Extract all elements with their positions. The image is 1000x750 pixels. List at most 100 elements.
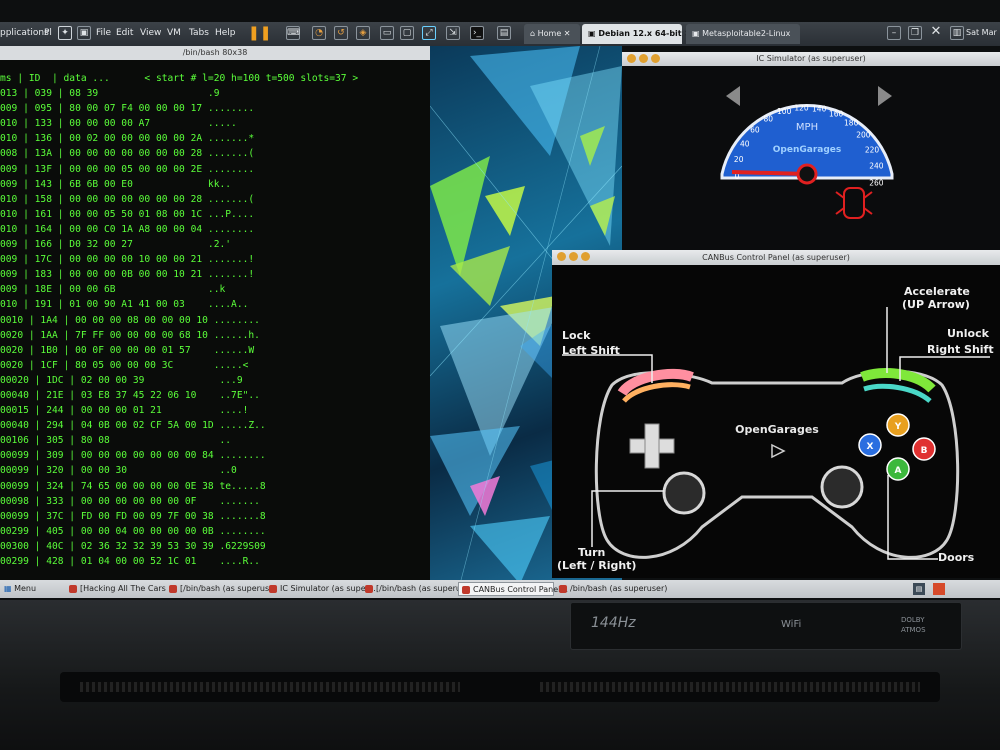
- applications-menu[interactable]: pplications: [0, 28, 49, 38]
- tab-home-label: Home: [537, 29, 562, 38]
- menu-edit[interactable]: Edit: [116, 28, 133, 38]
- tab-metasploitable[interactable]: ▣ Metasploitable2-Linux: [686, 24, 800, 44]
- window-close-dot[interactable]: [581, 252, 590, 261]
- terminal-line: 00040 | 294 | 04 0B 00 02 CF 5A 00 1D ..…: [0, 420, 266, 432]
- unity-icon[interactable]: ⤢: [422, 26, 436, 40]
- terminal-line: 009 | 095 | 80 00 07 F4 00 00 00 17 ....…: [0, 103, 255, 115]
- window-minimize-dot[interactable]: [639, 54, 648, 63]
- menu-file[interactable]: File: [96, 28, 111, 38]
- gamepad-svg: OpenGarages X Y B A: [562, 307, 990, 560]
- pin-icon[interactable]: ✦: [58, 26, 72, 40]
- manage-snapshots-icon[interactable]: ◈: [356, 26, 370, 40]
- laptop-sticker-panel: 144Hz WiFi DOLBY ATMOS: [570, 602, 962, 650]
- start-menu-button[interactable]: ▦ Menu: [4, 582, 44, 596]
- canbus-titlebar[interactable]: CANBus Control Panel (as superuser): [552, 250, 1000, 265]
- pause-icon[interactable]: ❚❚: [248, 25, 271, 41]
- send-keys-icon[interactable]: ⌨: [286, 26, 300, 40]
- terminal-line: 009 | 143 | 6B 6B 00 E0 kk..: [0, 178, 232, 190]
- gauge-tick-label: 120: [794, 104, 809, 113]
- gauge-tick-label: 160: [829, 110, 844, 119]
- tab-home[interactable]: ⌂ Home ✕: [524, 24, 580, 44]
- start-menu-label: Menu: [14, 584, 37, 593]
- terminal-line: 010 | 158 | 00 00 00 00 00 00 00 28 ....…: [0, 193, 255, 205]
- gamepad-diagram: OpenGarages X Y B A Lock Left Shift Acce…: [552, 265, 1000, 578]
- terminal-line: 00099 | 309 | 00 00 00 00 00 00 00 84 ..…: [0, 450, 266, 462]
- terminal-line: 009 | 183 | 00 00 00 0B 00 00 10 21 ....…: [0, 269, 255, 281]
- taskbar-item-ic-simulator[interactable]: IC Simulator (as super...: [266, 582, 376, 596]
- terminal-line: 00040 | 21E | 03 E8 37 45 22 06 10 ..7E"…: [0, 389, 260, 401]
- gauge-brand: OpenGarages: [773, 145, 841, 155]
- snapshot-icon[interactable]: ◔: [312, 26, 326, 40]
- terminal-line: 00300 | 40C | 02 36 32 32 39 53 30 39 .6…: [0, 540, 266, 552]
- terminal-line: 010 | 191 | 01 00 90 A1 41 00 03 ....A..: [0, 299, 249, 311]
- terminal-titlebar[interactable]: /bin/bash 80x38: [0, 46, 430, 60]
- terminal-line: 009 | 166 | D0 32 00 27 .2.': [0, 239, 232, 251]
- tray-icon[interactable]: [933, 583, 945, 595]
- taskbar-item-bash-3[interactable]: /bin/bash (as superuser): [556, 582, 667, 596]
- terminal-icon[interactable]: ›_: [470, 26, 484, 40]
- tab-debian[interactable]: ▣ Debian 12.x 64-bit ✕: [582, 24, 691, 44]
- unit-label: MPH: [796, 122, 818, 133]
- gauge-tick-label: 100: [777, 107, 792, 116]
- terminal-line: 00015 | 244 | 00 00 00 01 21 ....!: [0, 405, 249, 417]
- terminal-line: 0020 | 1B0 | 00 0F 00 00 00 01 57 ......…: [0, 344, 255, 356]
- speed-needle: [731, 170, 808, 176]
- vent-right: [540, 682, 920, 692]
- window-minimize-dot[interactable]: [569, 252, 578, 261]
- close-window-icon[interactable]: ✕: [929, 25, 943, 40]
- canbus-title: CANBus Control Panel (as superuser): [702, 253, 850, 262]
- network-icon[interactable]: ▥: [950, 26, 964, 40]
- doors-label: Doors: [938, 551, 975, 564]
- gauge-tick-label: 80: [764, 115, 774, 124]
- show-desktop-icon[interactable]: ▤: [913, 583, 925, 595]
- gauge-tick-label: 60: [750, 126, 760, 135]
- places-menu[interactable]: Pl: [44, 28, 52, 38]
- restore-window-icon[interactable]: ❐: [908, 26, 922, 40]
- turn-key-label: (Left / Right): [557, 559, 637, 572]
- accelerate-label: Accelerate: [904, 285, 970, 298]
- gauge-tick-label: 240: [869, 162, 884, 171]
- b-button-label: B: [921, 446, 928, 456]
- accelerate-key-label: (UP Arrow): [902, 298, 970, 311]
- vmware-toolbar: pplications Pl ✦ ▣ File Edit View VM Tab…: [0, 22, 1000, 46]
- right-thumbstick: [820, 465, 864, 509]
- terminal-header: ms | ID | data ... < start # l=20 h=100 …: [0, 73, 359, 84]
- taskbar-item-bash-2[interactable]: [/bin/bash (as superus...: [362, 582, 473, 596]
- ic-simulator-titlebar[interactable]: IC Simulator (as superuser): [622, 52, 1000, 66]
- revert-snapshot-icon[interactable]: ↺: [334, 26, 348, 40]
- gauge-tick-label: 40: [740, 139, 750, 148]
- menu-tabs[interactable]: Tabs: [189, 28, 209, 38]
- terminal-line: 0010 | 1A4 | 00 00 00 08 00 00 00 10 ...…: [0, 314, 260, 326]
- door-status-icon: [835, 187, 873, 219]
- window-menu-dot[interactable]: [557, 252, 566, 261]
- terminal-line: 00106 | 305 | 80 08 ..: [0, 435, 232, 447]
- x-button-label: X: [867, 442, 874, 452]
- stretch-icon[interactable]: ⇲: [446, 26, 460, 40]
- window-close-dot[interactable]: [651, 54, 660, 63]
- taskbar-item-book[interactable]: [Hacking All The Cars ...: [66, 582, 176, 596]
- vmware-logo-icon: ▣: [77, 26, 91, 40]
- taskbar-item-bash-1[interactable]: [/bin/bash (as superus...: [166, 582, 277, 596]
- unlock-label: Unlock: [947, 327, 989, 340]
- terminal-line: 00099 | 37C | FD 00 FD 00 09 7F 00 38 ..…: [0, 510, 266, 522]
- refresh-rate-label: 144Hz: [591, 615, 636, 631]
- menu-help[interactable]: Help: [215, 28, 236, 38]
- gauge-tick-label: 260: [869, 178, 884, 187]
- terminal-line: 00098 | 333 | 00 00 00 00 00 00 0F .....…: [0, 495, 260, 507]
- view-console-icon[interactable]: ▭: [380, 26, 394, 40]
- library-icon[interactable]: ▤: [497, 26, 511, 40]
- y-button-label: Y: [894, 422, 902, 432]
- right-turn-signal-icon: [878, 86, 892, 106]
- wifi-label: WiFi: [781, 619, 802, 630]
- terminal-line: 00099 | 324 | 74 65 00 00 00 00 0E 38 te…: [0, 480, 266, 492]
- taskbar-item-canbus[interactable]: CANBus Control Panel...: [458, 582, 568, 596]
- minimize-window-icon[interactable]: –: [887, 26, 901, 40]
- menu-vm[interactable]: VM: [167, 28, 181, 38]
- terminal-line: 009 | 18E | 00 00 6B ..k: [0, 284, 226, 296]
- fullscreen-icon[interactable]: ▢: [400, 26, 414, 40]
- window-menu-dot[interactable]: [627, 54, 636, 63]
- menu-view[interactable]: View: [140, 28, 161, 38]
- terminal-output[interactable]: ms | ID | data ... < start # l=20 h=100 …: [0, 71, 430, 571]
- terminal-line: 010 | 133 | 00 00 00 00 A7 .....: [0, 118, 237, 130]
- gauge-tick-label: 200: [856, 131, 871, 140]
